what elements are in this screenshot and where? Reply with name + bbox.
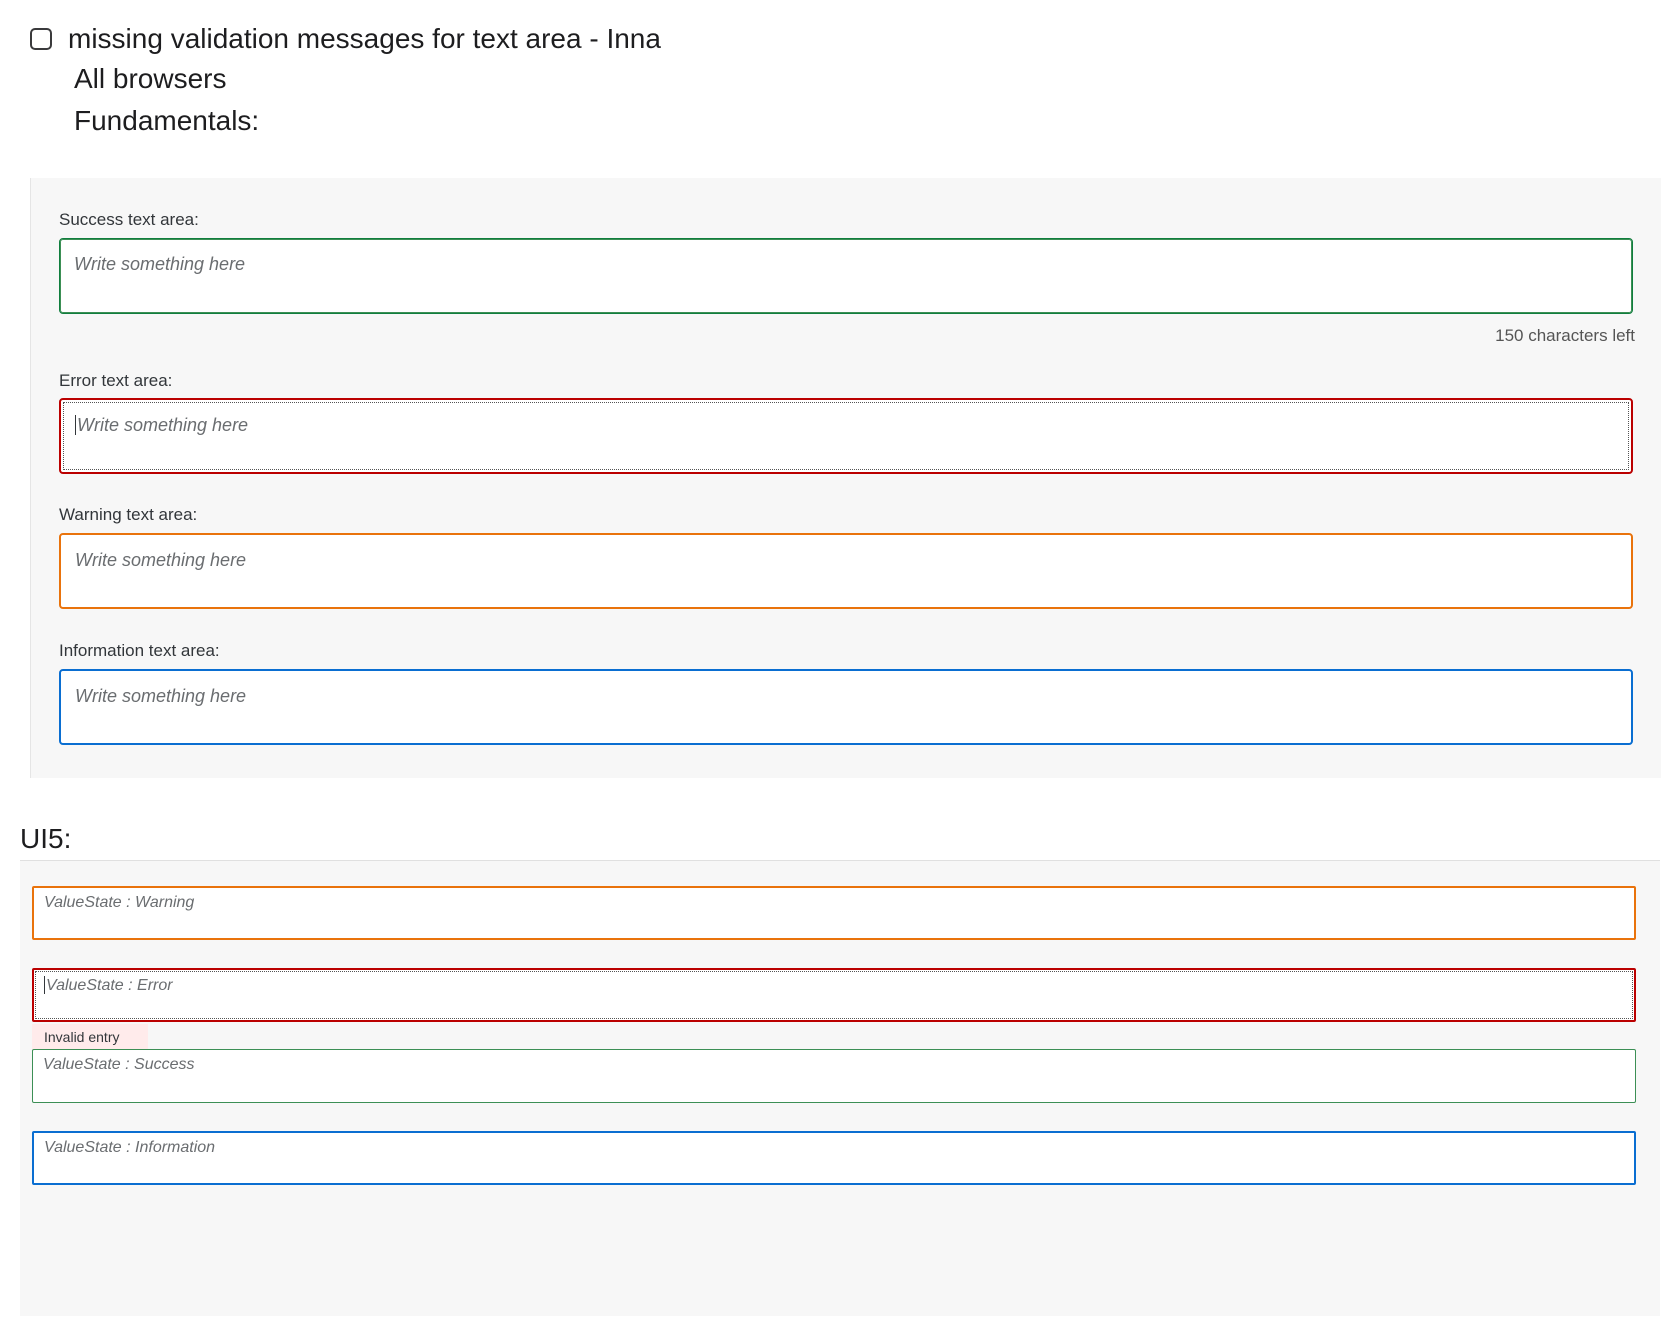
ui5-error-placeholder: ValueState : Error: [46, 977, 173, 994]
ui5-warning-textarea[interactable]: ValueState : Warning: [32, 886, 1636, 940]
ui5-success-placeholder: ValueState : Success: [43, 1056, 195, 1073]
ui5-warning-placeholder: ValueState : Warning: [44, 894, 195, 911]
task-title: missing validation messages for text are…: [68, 23, 661, 54]
character-counter: 150 characters left: [1495, 326, 1635, 345]
ui5-panel: ValueState : Warning ValueState : Error …: [20, 860, 1660, 1316]
warning-textarea-placeholder: Write something here: [75, 550, 247, 570]
ui5-heading: UI5:: [20, 823, 72, 854]
information-textarea[interactable]: Write something here: [59, 669, 1633, 745]
error-textarea-placeholder: Write something here: [77, 415, 249, 435]
error-textarea-label: Error text area:: [59, 371, 173, 390]
error-message-popover: Invalid entry: [32, 1024, 148, 1050]
ui5-information-textarea[interactable]: ValueState : Information: [32, 1131, 1636, 1185]
task-browsers: All browsers: [74, 63, 227, 94]
error-textarea[interactable]: Write something here: [59, 398, 1633, 474]
success-textarea[interactable]: Write something here: [59, 238, 1633, 314]
text-cursor: [44, 976, 45, 994]
warning-textarea[interactable]: Write something here: [59, 533, 1633, 609]
fundamentals-panel: Success text area: Write something here …: [30, 178, 1661, 778]
success-textarea-label: Success text area:: [59, 210, 199, 229]
information-textarea-label: Information text area:: [59, 641, 220, 660]
task-item: missing validation messages for text are…: [30, 22, 661, 56]
ui5-error-textarea[interactable]: ValueState : Error: [32, 968, 1636, 1022]
information-textarea-placeholder: Write something here: [75, 686, 247, 706]
success-textarea-placeholder: Write something here: [74, 254, 246, 274]
warning-textarea-label: Warning text area:: [59, 505, 198, 524]
ui5-success-textarea[interactable]: ValueState : Success: [32, 1049, 1636, 1103]
task-checkbox[interactable]: [30, 28, 52, 50]
ui5-information-placeholder: ValueState : Information: [44, 1139, 216, 1156]
task-section-fundamentals: Fundamentals:: [74, 105, 260, 136]
text-cursor: [75, 415, 76, 435]
